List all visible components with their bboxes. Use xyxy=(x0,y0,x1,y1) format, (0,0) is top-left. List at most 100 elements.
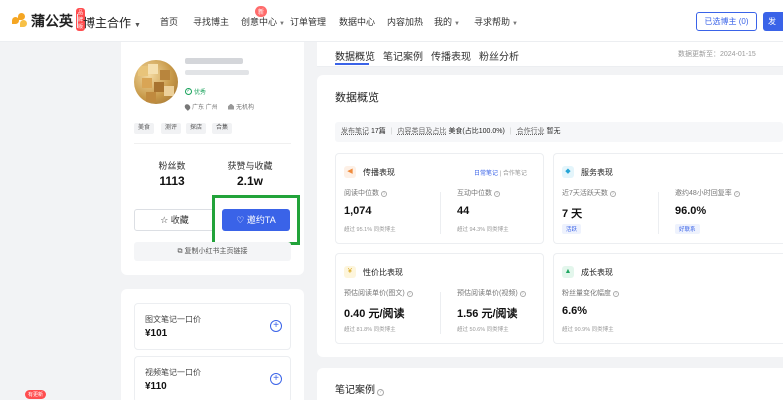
tab-spread[interactable]: 传播表现 xyxy=(431,48,471,63)
collect-button[interactable]: ☆ 收藏 xyxy=(134,209,215,231)
content-tag: 合集 xyxy=(212,123,233,134)
publish-button[interactable]: 发 xyxy=(763,12,783,31)
nav-home[interactable]: 首页 xyxy=(160,15,178,28)
followers-value: 1113 xyxy=(159,174,185,188)
location-text: 广东 广州 xyxy=(192,105,218,111)
metric-value: 44 xyxy=(457,205,470,217)
price-value: ¥110 xyxy=(145,381,167,392)
tab-fan-analysis[interactable]: 粉丝分析 xyxy=(479,48,519,63)
overview-summary: 发布笔记 17篇 | 内容类目及占比 美食(占比100.0%) | 合作行业 暂… xyxy=(335,122,783,142)
card-divider xyxy=(440,192,441,234)
metric-value: 6.6% xyxy=(562,305,588,317)
note-type-switch: 日常笔记 | 合作笔记 xyxy=(474,168,527,177)
growth-card: ▲ 成长表现 粉丝量变化幅度? 6.6% 超过 90.9% 同类博主 xyxy=(553,253,783,344)
logo-divider xyxy=(77,14,78,28)
nav-orders[interactable]: 订单管理 xyxy=(290,15,326,28)
nav-content-boost[interactable]: 内容加热 xyxy=(387,15,423,28)
status-pill: 活跃 xyxy=(562,224,582,234)
tab-note-cases[interactable]: 笔记案例 xyxy=(383,48,423,63)
chevron-down-icon: ▼ xyxy=(134,22,141,29)
metric-sub: 超过 50.6% 同类博主 xyxy=(457,327,509,333)
info-icon[interactable]: ? xyxy=(377,389,384,396)
summary-value: 美食(占比100.0%) xyxy=(448,128,505,135)
daily-notes-link[interactable]: 日常笔记 xyxy=(474,171,498,177)
logo-text: 蒲公英 xyxy=(31,13,73,29)
likes-collects-value: 2.1w xyxy=(236,174,263,188)
metric-label-text: 预估阅读单价(视频) xyxy=(457,290,518,297)
update-time: 数据更新至：2024-01-15 xyxy=(678,51,756,58)
top-nav-bar: 蒲公英 品牌版 博主合作 ▼ 首页 寻找博主 创意中心 ▼ 新 订单管理 数据中心 … xyxy=(0,0,783,42)
add-icon[interactable]: + xyxy=(270,320,282,332)
role-switcher[interactable]: 博主合作 ▼ xyxy=(83,14,141,31)
summary-separator: | xyxy=(509,128,512,135)
summary-key: 内容类目及占比 xyxy=(397,128,447,135)
metric-sub: 超过 81.8% 同类博主 xyxy=(344,327,396,333)
content-tag: 测评 xyxy=(161,123,182,134)
status-pill: 好联系 xyxy=(675,224,700,234)
summary-key: 发布笔记 xyxy=(341,128,369,135)
metric-value: 1,074 xyxy=(344,205,372,217)
card-divider xyxy=(440,292,441,334)
info-icon[interactable]: ? xyxy=(519,291,526,297)
metric-label-text: 互动中位数 xyxy=(457,190,492,197)
highlight-box xyxy=(212,195,300,245)
logo[interactable]: 蒲公英 品牌版 xyxy=(12,8,86,31)
info-icon[interactable]: ? xyxy=(609,191,616,197)
metric-label: 近7天活跃天数? xyxy=(562,188,616,198)
price-item-image-note: 图文笔记一口价 ¥101 + xyxy=(134,303,291,350)
notes-section-title: 笔记案例? xyxy=(335,381,384,396)
metric-value: 96.0% xyxy=(675,205,707,217)
nav-creative-center-label: 创意中心 xyxy=(241,17,278,27)
metric-sub: 超过 95.1% 同类博主 xyxy=(344,227,396,233)
info-icon[interactable]: ? xyxy=(494,191,500,197)
tab-data-overview[interactable]: 数据概览 xyxy=(335,48,375,63)
nav-mine[interactable]: 我的 ▼ xyxy=(434,15,460,28)
verified-tag-label: 优秀 xyxy=(194,90,207,96)
nav-help[interactable]: 寻求帮助 ▼ xyxy=(474,15,518,28)
card-title: 成长表现 xyxy=(581,268,613,277)
blurred-user-id xyxy=(185,70,249,75)
metric-value: 7 天 xyxy=(562,208,583,220)
nav-help-label: 寻求帮助 xyxy=(474,17,511,27)
location-pin-icon xyxy=(183,102,192,111)
spread-card: ◀ 传播表现 日常笔记 | 合作笔记 阅读中位数? 1,074 超过 95.1%… xyxy=(335,153,544,244)
info-icon[interactable]: ? xyxy=(381,191,387,197)
add-icon[interactable]: + xyxy=(270,373,282,385)
metric-value: 1.56 元/阅读 xyxy=(457,308,518,320)
copy-link-label: 复制小红书主页链接 xyxy=(184,248,248,255)
price-value: ¥101 xyxy=(145,328,168,339)
megaphone-icon: ◀ xyxy=(344,166,356,178)
copy-icon: ⧉ xyxy=(177,248,183,255)
selected-creators-button[interactable]: 已选博主 (0) xyxy=(696,12,757,31)
avatar[interactable] xyxy=(134,60,178,104)
likes-collects-label: 获赞与收藏 xyxy=(227,161,273,171)
nav-data-center[interactable]: 数据中心 xyxy=(339,15,375,28)
info-icon[interactable]: ? xyxy=(406,291,413,297)
agency: 无机构 xyxy=(228,102,254,111)
new-badge: 新 xyxy=(255,6,268,17)
content-tag: 探店 xyxy=(186,123,207,134)
copy-link-button[interactable]: ⧉ 复制小红书主页链接 xyxy=(134,242,291,261)
yen-icon: ¥ xyxy=(344,266,356,278)
coop-notes-link[interactable]: 合作笔记 xyxy=(503,171,527,177)
metric-label: 邀约48小时回复率? xyxy=(675,188,740,198)
price-title: 视频笔记一口价 xyxy=(145,368,201,377)
nav-creative-center[interactable]: 创意中心 ▼ xyxy=(241,15,285,28)
verified-tag: ✓ 优秀 xyxy=(185,87,206,96)
star-icon: ☆ xyxy=(160,215,169,225)
active-tab-indicator xyxy=(335,63,369,65)
check-icon: ✓ xyxy=(185,88,192,95)
metric-sub: 超过 90.9% 同类博主 xyxy=(562,327,614,333)
dandelion-icon xyxy=(12,13,28,29)
info-icon[interactable]: ? xyxy=(733,191,740,197)
summary-separator: | xyxy=(390,128,393,135)
metric-label-text: 邀约48小时回复率 xyxy=(675,190,732,197)
info-icon[interactable]: ? xyxy=(613,291,619,297)
price-title: 图文笔记一口价 xyxy=(145,315,201,324)
blurred-username xyxy=(185,58,243,64)
diamond-icon: ◆ xyxy=(562,166,574,178)
card-title: 性价比表现 xyxy=(363,268,403,277)
summary-value: 17篇 xyxy=(370,128,386,135)
summary-value: 暂无 xyxy=(546,128,561,135)
nav-find-creators[interactable]: 寻找博主 xyxy=(193,15,229,28)
